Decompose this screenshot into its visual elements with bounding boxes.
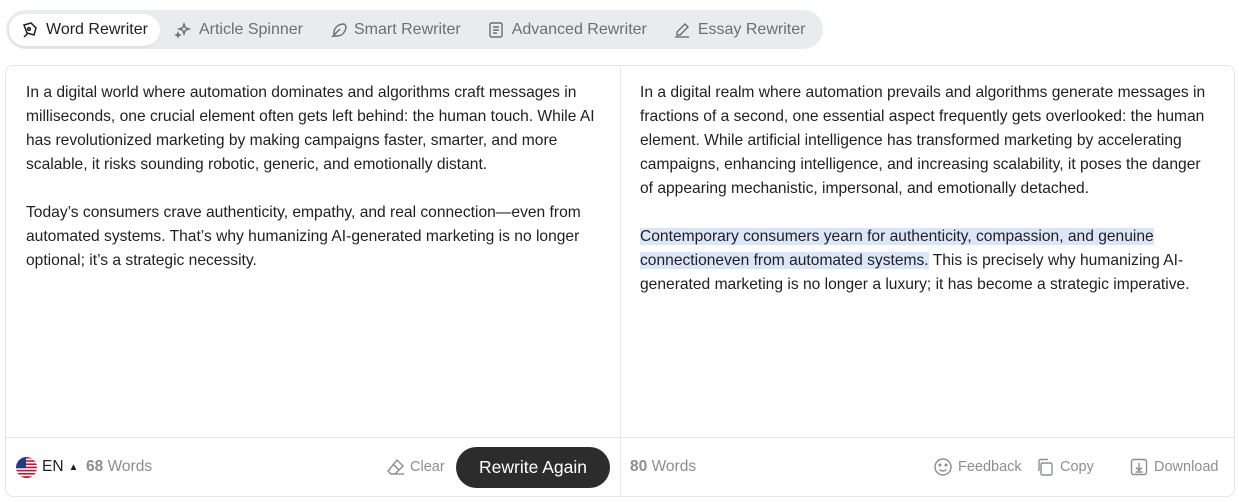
rewriter-panel: In a digital world where automation domi…	[5, 65, 1235, 497]
smiley-icon	[934, 458, 952, 476]
feedback-button[interactable]: Feedback	[933, 456, 1022, 478]
input-word-count: 68 Words	[86, 458, 153, 475]
output-text-area[interactable]: In a digital realm where automation prev…	[640, 81, 1216, 321]
copy-button[interactable]: Copy	[1035, 456, 1094, 478]
language-code: EN	[42, 458, 64, 475]
us-flag-icon	[16, 456, 37, 478]
column-divider	[620, 66, 621, 496]
tab-label: Smart Rewriter	[354, 20, 461, 38]
caret-up-icon: ▲	[68, 461, 79, 473]
rewrite-again-button[interactable]: Rewrite Again	[456, 447, 610, 488]
tab-word-rewriter[interactable]: Word Rewriter	[9, 13, 160, 46]
tab-essay-rewriter[interactable]: Essay Rewriter	[661, 14, 818, 46]
output-paragraph: In a digital realm where automation prev…	[640, 84, 1206, 197]
input-text-area[interactable]: In a digital world where automation domi…	[26, 81, 606, 297]
tab-label: Advanced Rewriter	[511, 20, 647, 38]
tab-advanced-rewriter[interactable]: Advanced Rewriter	[475, 14, 659, 46]
download-button[interactable]: Download	[1129, 456, 1219, 478]
word-rewriter-icon	[21, 21, 39, 39]
feather-icon	[329, 21, 347, 39]
footer-divider	[6, 437, 1234, 438]
tab-smart-rewriter[interactable]: Smart Rewriter	[317, 14, 473, 46]
tab-label: Word Rewriter	[46, 20, 148, 38]
language-selector[interactable]: EN ▲	[16, 456, 78, 478]
input-paragraph: Today’s consumers crave authenticity, em…	[26, 204, 581, 269]
input-paragraph: In a digital world where automation domi…	[26, 84, 595, 173]
document-icon	[487, 21, 505, 39]
copy-icon	[1038, 458, 1053, 476]
output-word-count: 80 Words	[630, 458, 697, 475]
rewriter-tab-bar: Word Rewriter Article Spinner Smart Rewr…	[6, 10, 823, 49]
download-icon	[1130, 458, 1148, 476]
tab-label: Article Spinner	[198, 20, 303, 38]
clear-button[interactable]: Clear	[386, 456, 445, 478]
tab-article-spinner[interactable]: Article Spinner	[162, 14, 315, 46]
sparkle-icon	[174, 21, 192, 39]
eraser-icon	[387, 458, 404, 475]
pen-icon	[673, 21, 691, 39]
output-paragraph: Contemporary consumers yearn for authent…	[640, 225, 1216, 297]
tab-label: Essay Rewriter	[697, 20, 806, 38]
